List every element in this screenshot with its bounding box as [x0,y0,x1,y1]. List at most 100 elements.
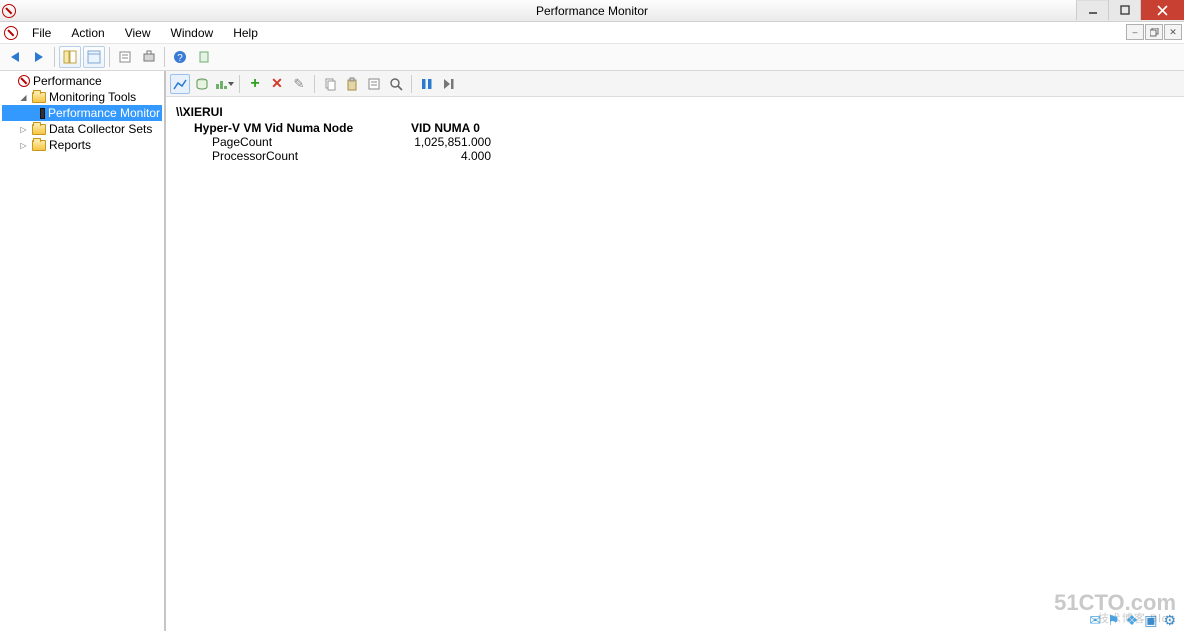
counter-value: 1,025,851.000 [391,135,491,149]
properties-button[interactable] [114,46,136,68]
chevron-down-icon [228,82,234,86]
pane-icon [87,50,101,64]
tree-pane[interactable]: Performance ◢ Monitoring Tools Performan… [0,71,165,631]
toolbar-separator [109,47,110,67]
export-icon [142,50,156,64]
graphtype-icon [214,77,227,91]
report-counter-row: PageCount 1,025,851.000 [176,135,1174,149]
monitor-icon [40,108,45,119]
content-pane: + ✕ ✎ \\XIERUI [165,71,1184,631]
mmc-toolbar: ? [0,44,1184,71]
help-button[interactable]: ? [169,46,191,68]
paste-button[interactable] [342,74,362,94]
report-counter-row: ProcessorCount 4.000 [176,149,1174,163]
view-current-button[interactable] [170,74,190,94]
tree-data-collector-sets[interactable]: ▷ Data Collector Sets [2,121,162,137]
title-bar: Performance Monitor [0,0,1184,22]
pencil-icon: ✎ [294,76,305,92]
menu-help[interactable]: Help [223,23,268,43]
tree-label: Reports [49,138,91,152]
misc-button[interactable] [193,46,215,68]
copy-button[interactable] [320,74,340,94]
properties-icon [118,50,132,64]
minimize-button[interactable] [1076,0,1108,20]
freeze-button[interactable] [417,74,437,94]
delete-counter-button[interactable]: ✕ [267,74,287,94]
forward-button[interactable] [28,46,50,68]
menu-action[interactable]: Action [61,23,114,43]
tree-monitoring-tools[interactable]: ◢ Monitoring Tools [2,89,162,105]
tree-performance-monitor[interactable]: Performance Monitor [2,105,162,121]
folder-icon [32,124,46,135]
expander-icon[interactable] [4,76,15,87]
maximize-button[interactable] [1108,0,1140,20]
log-icon [195,77,209,91]
tree-icon [63,50,77,64]
chart-icon [173,77,187,91]
back-arrow-icon [11,52,19,62]
folder-icon [32,140,46,151]
menu-window[interactable]: Window [161,23,224,43]
show-hide-action-button[interactable] [83,46,105,68]
highlight-button[interactable]: ✎ [289,74,309,94]
zoom-icon [389,77,403,91]
menu-view[interactable]: View [115,23,161,43]
tree-label: Performance Monitor [48,106,160,120]
toolbar-separator [411,75,412,93]
expander-icon[interactable]: ▷ [18,140,29,151]
forward-arrow-icon [35,52,43,62]
zoom-button[interactable] [386,74,406,94]
x-icon: ✕ [271,75,283,92]
folder-icon [32,92,46,103]
tree-label: Data Collector Sets [49,122,152,136]
expander-spacer [34,108,37,119]
mdi-minimize-button[interactable]: – [1126,24,1144,40]
tree-reports[interactable]: ▷ Reports [2,137,162,153]
app-icon [0,4,22,18]
tray-icons: ✉ ⚑ ❖ ▣ ⚙ [1089,612,1176,629]
menu-file[interactable]: File [22,23,61,43]
report-category-row: Hyper-V VM Vid Numa Node VID NUMA 0 [176,121,1174,135]
perfmon-toolbar: + ✕ ✎ [166,71,1184,97]
copy-icon [323,77,337,91]
counter-properties-button[interactable] [364,74,384,94]
counter-name: PageCount [176,135,391,149]
mdi-controls: – ✕ [1126,24,1182,40]
tree-root-performance[interactable]: Performance [2,73,162,89]
add-counter-button[interactable]: + [245,74,265,94]
tray-icon[interactable]: ⚙ [1163,612,1176,629]
toolbar-separator [314,75,315,93]
tree-label: Monitoring Tools [49,90,136,104]
update-button[interactable] [439,74,459,94]
report-area: \\XIERUI Hyper-V VM Vid Numa Node VID NU… [166,97,1184,631]
pause-icon [421,78,433,90]
show-hide-tree-button[interactable] [59,46,81,68]
tray-icon[interactable]: ▣ [1144,612,1157,629]
report-host: \\XIERUI [176,105,1174,119]
tray-icon[interactable]: ✉ [1089,612,1101,629]
tray-icon[interactable]: ❖ [1126,612,1139,629]
svg-text:?: ? [177,53,183,64]
expander-icon[interactable]: ◢ [18,92,29,103]
toolbar-separator [54,47,55,67]
tree-label: Performance [33,74,102,88]
body: Performance ◢ Monitoring Tools Performan… [0,71,1184,631]
perf-icon [18,75,30,87]
help-icon: ? [173,50,187,64]
window-title: Performance Monitor [0,4,1184,18]
toolbar-separator [239,75,240,93]
view-log-button[interactable] [192,74,212,94]
change-graph-type-button[interactable] [214,74,234,94]
expander-icon[interactable]: ▷ [18,124,29,135]
app-icon-small [4,26,18,40]
mdi-close-button[interactable]: ✕ [1164,24,1182,40]
export-button[interactable] [138,46,160,68]
toolbar-separator [164,47,165,67]
step-icon [443,78,455,90]
close-button[interactable] [1140,0,1184,20]
properties-icon [367,77,381,91]
tray-icon[interactable]: ⚑ [1107,612,1120,629]
back-button[interactable] [4,46,26,68]
mdi-restore-button[interactable] [1145,24,1163,40]
menu-bar: File Action View Window Help – ✕ [0,22,1184,44]
